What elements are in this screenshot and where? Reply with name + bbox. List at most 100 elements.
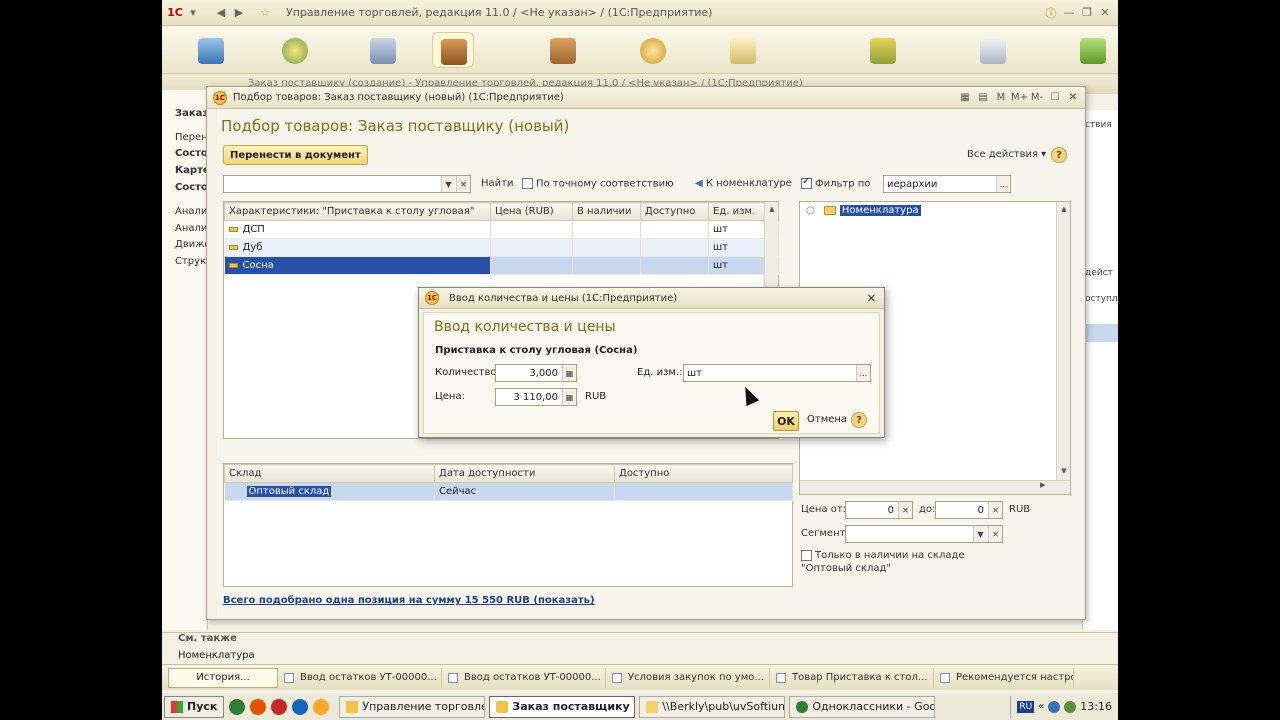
characteristic-cell[interactable]: Дуб	[224, 238, 491, 257]
unit-input[interactable]: шт ...	[683, 364, 871, 382]
memory-minus-icon[interactable]: M-	[1029, 92, 1045, 103]
filter-checkbox[interactable]: Фильтр по	[801, 176, 870, 190]
column-header[interactable]: Дата доступности	[434, 464, 615, 483]
section-main-icon[interactable]	[190, 32, 232, 68]
quantity-input[interactable]: 3,000 ▦	[495, 364, 577, 382]
maximize-icon[interactable]: ☐	[1047, 92, 1063, 103]
section-warehouse-icon[interactable]	[432, 32, 474, 68]
checkbox-checked-icon[interactable]	[801, 176, 812, 189]
chevron-down-icon[interactable]: ▼	[973, 526, 987, 542]
close-icon[interactable]: ✕	[1065, 92, 1081, 103]
tree-horizontal-scrollbar[interactable]: ▶	[800, 480, 1070, 494]
open-window-tab[interactable]: Рекомендуется настроит...	[934, 667, 1074, 688]
history-button[interactable]: История...	[168, 667, 278, 688]
in-stock-cell[interactable]	[572, 238, 641, 257]
warehouse-cell[interactable]: Оптовый склад	[224, 482, 435, 501]
taskbar-button[interactable]: Одноклассники - Googl...	[789, 695, 936, 718]
available-cell[interactable]	[614, 482, 793, 501]
info-icon[interactable]: ⓘ	[1042, 4, 1060, 22]
tray-volume-icon[interactable]	[1064, 700, 1077, 713]
section-finance-icon[interactable]	[632, 32, 674, 68]
ellipsis-icon[interactable]: ...	[856, 365, 870, 381]
open-window-tab[interactable]: Ввод остатков УТ-00000...	[278, 667, 442, 688]
section-charts-icon[interactable]	[1072, 32, 1114, 68]
tray-expand-icon[interactable]: «	[1038, 701, 1044, 712]
column-header[interactable]: Доступно	[640, 202, 709, 221]
price-input[interactable]: 3 110,00 ▦	[495, 388, 577, 406]
clear-icon[interactable]: ✕	[898, 502, 912, 518]
in-stock-cell[interactable]	[572, 220, 641, 239]
start-button[interactable]: Пуск	[164, 695, 225, 718]
price-cell[interactable]	[490, 256, 573, 275]
help-icon[interactable]: ?	[1051, 147, 1067, 163]
minimize-icon[interactable]: —	[1060, 4, 1078, 22]
tree-root-item[interactable]: ○ Номенклатура	[806, 205, 921, 216]
scroll-up-icon[interactable]: ▲	[1057, 202, 1071, 216]
column-header[interactable]: В наличии	[572, 202, 641, 221]
column-header[interactable]: Цена (RUB)	[490, 202, 573, 221]
quicklaunch-chrome-icon[interactable]	[229, 698, 246, 715]
calculator-icon[interactable]: ▦	[957, 92, 973, 103]
scroll-down-icon[interactable]: ▼	[1057, 464, 1071, 478]
tree-node-icon[interactable]: ○	[806, 205, 815, 216]
price-cell[interactable]	[490, 238, 573, 257]
bg-label[interactable]: Состо	[175, 182, 208, 193]
chevron-down-icon[interactable]: ▼	[441, 176, 455, 192]
taskbar-button[interactable]: \\Berkly\pub\uvSoftium\...	[639, 695, 786, 718]
in-stock-only-checkbox[interactable]: Только в наличии на складе "Оптовый скла…	[801, 549, 971, 575]
tree-vertical-scrollbar[interactable]: ▲ ▼	[1056, 202, 1070, 480]
help-icon[interactable]: ?	[851, 412, 867, 428]
available-cell[interactable]	[640, 238, 709, 257]
close-icon[interactable]: ✕	[1096, 4, 1114, 22]
calendar-icon[interactable]: ▤	[975, 92, 991, 103]
section-purchases-icon[interactable]	[362, 32, 404, 68]
quicklaunch-firefox-icon[interactable]	[250, 698, 267, 715]
open-window-tab[interactable]: Товар Приставка к стол...	[770, 667, 934, 688]
menu-dropdown-icon[interactable]: ▾	[184, 4, 202, 22]
open-window-tab[interactable]: Условия закупок по умо...	[606, 667, 770, 688]
table-row-selected[interactable]: Оптовый склад Сейчас	[224, 482, 793, 501]
memory-plus-icon[interactable]: M+	[1011, 92, 1028, 103]
cancel-button[interactable]: Отмена	[807, 414, 847, 425]
checkbox-icon[interactable]	[801, 549, 812, 561]
bg-label[interactable]: Карте	[175, 165, 210, 176]
quicklaunch-ie-icon[interactable]	[292, 698, 309, 715]
in-stock-cell[interactable]	[572, 256, 641, 275]
calculator-icon[interactable]: ▦	[562, 365, 576, 381]
clear-icon[interactable]: ✕	[456, 176, 470, 192]
quicklaunch-opera-icon[interactable]	[271, 698, 288, 715]
filter-hierarchy-field[interactable]: иерархии ...	[883, 175, 1011, 193]
column-header[interactable]: Склад	[224, 464, 435, 483]
available-cell[interactable]	[640, 220, 709, 239]
checkbox-icon[interactable]	[522, 178, 533, 189]
clear-icon[interactable]: ✕	[988, 526, 1002, 542]
section-references-icon[interactable]	[862, 32, 904, 68]
favorites-star-icon[interactable]: ☆	[256, 4, 274, 22]
price-from-input[interactable]: 0 ✕	[845, 501, 913, 519]
column-header[interactable]: Характеристики: "Приставка к столу углов…	[224, 202, 491, 221]
back-arrow-icon[interactable]: ◀	[212, 4, 230, 22]
segment-select[interactable]: ▼ ✕	[845, 525, 1003, 543]
close-icon[interactable]: ✕	[867, 292, 876, 305]
calculator-icon[interactable]: ▦	[562, 389, 576, 405]
forward-arrow-icon[interactable]: ▶	[230, 4, 248, 22]
quicklaunch-folder-icon[interactable]	[313, 698, 330, 715]
see-also-item[interactable]: Номенклатура	[178, 650, 255, 661]
price-to-input[interactable]: 0 ✕	[935, 501, 1003, 519]
section-stock-icon[interactable]	[542, 32, 584, 68]
table-row[interactable]: Дуб шт	[224, 238, 779, 257]
table-row[interactable]: ДСП шт	[224, 220, 779, 239]
open-window-tab[interactable]: Ввод остатков УТ-00000...	[442, 667, 606, 688]
ellipsis-icon[interactable]: ...	[996, 176, 1010, 192]
available-cell[interactable]	[640, 256, 709, 275]
bg-label[interactable]: Состо	[175, 148, 208, 159]
total-selection-link[interactable]: Всего подобрано одна позиция на сумму 15…	[223, 595, 595, 606]
search-input[interactable]: ▼ ✕	[223, 175, 471, 193]
taskbar-button-active[interactable]: Заказ поставщику (...	[489, 695, 636, 718]
clear-icon[interactable]: ✕	[988, 502, 1002, 518]
characteristic-cell[interactable]: Сосна	[224, 256, 491, 275]
section-reports-icon[interactable]	[722, 32, 764, 68]
scroll-right-icon[interactable]: ▶	[1040, 481, 1045, 489]
transfer-to-document-button[interactable]: Перенести в документ	[223, 145, 368, 165]
find-button[interactable]: Найти	[481, 178, 513, 189]
